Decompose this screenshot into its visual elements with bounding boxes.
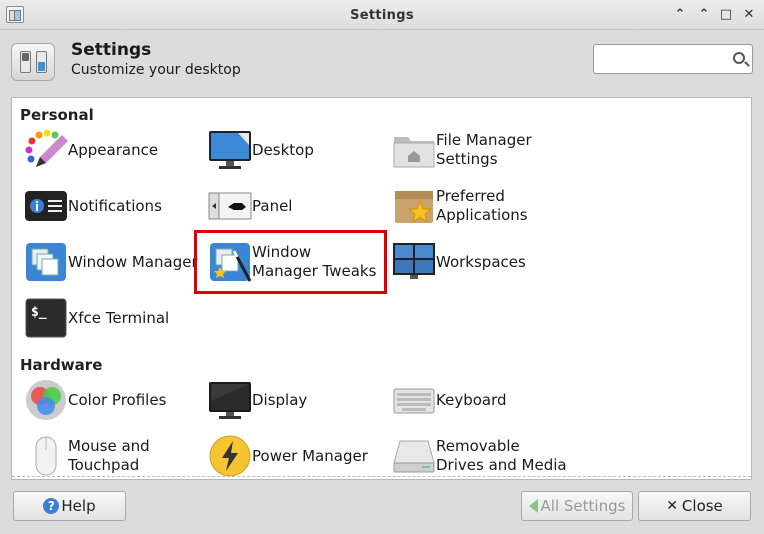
item-keyboard[interactable]: Keyboard [388,375,572,425]
item-label: File Manager Settings [436,131,532,168]
terminal-icon: $_ [25,298,67,338]
item-appearance[interactable]: Appearance [20,125,204,175]
close-button-label: Close [681,497,723,515]
shade-button[interactable]: ⌃ [670,5,690,25]
header-title: Settings [71,40,152,60]
item-display[interactable]: Display [204,375,388,425]
item-desktop[interactable]: Desktop [204,125,388,175]
item-label: Display [252,390,308,409]
panel-icon [208,192,252,220]
workspaces-icon [393,243,435,279]
search-field[interactable] [593,44,753,74]
section-title-hardware: Hardware [20,356,103,374]
window-manager-icon [26,243,66,281]
item-notifications[interactable]: Notifications [20,181,204,231]
item-label: Mouse and Touchpad [68,437,150,474]
item-label: Xfce Terminal [68,308,170,327]
search-icon[interactable] [733,52,745,64]
help-button[interactable]: ? Help [13,491,126,521]
maximize-button[interactable]: □ [716,5,736,25]
highlight-box [194,230,387,294]
header-subtitle: Customize your desktop [71,62,241,78]
item-label: Color Profiles [68,390,167,409]
back-arrow-icon [528,499,538,513]
item-power-manager[interactable]: Power Manager [204,431,388,479]
settings-manager-icon [11,43,55,81]
keyboard-icon [393,388,435,414]
item-window-manager[interactable]: Window Manager [20,237,204,287]
item-label: Keyboard [436,390,507,409]
file-manager-icon [393,137,435,168]
list-bottom-divider [12,476,751,477]
close-button[interactable]: ✕ Close [638,491,751,521]
item-label: Window Manager [68,252,198,271]
desktop-icon [209,131,251,169]
item-label: Preferred Applications [436,187,528,224]
item-panel[interactable]: Panel [204,181,388,231]
section-title-personal: Personal [20,106,94,124]
svg-text:$_: $_ [31,305,47,320]
display-icon [209,382,251,419]
help-icon: ? [43,498,60,514]
item-workspaces[interactable]: Workspaces [388,237,572,287]
preferred-applications-icon [395,191,433,224]
settings-header: Settings Customize your desktop [0,30,764,90]
color-profiles-icon [26,380,66,420]
close-icon: ✕ [666,498,678,514]
power-manager-icon [209,435,251,477]
minimize-button[interactable]: ⌃ [694,5,714,25]
mouse-icon [35,436,57,476]
search-input[interactable] [600,50,720,68]
window-title: Settings [350,8,414,23]
item-color-profiles[interactable]: Color Profiles [20,375,204,425]
title-bar: Settings ⌃ ⌃ □ ✕ [0,0,764,30]
appearance-icon [25,129,68,167]
item-preferred-applications[interactable]: Preferred Applications [388,181,572,231]
item-label: Power Manager [252,446,368,465]
item-label: Panel [252,196,293,215]
item-label: Notifications [68,196,162,215]
item-mouse-and-touchpad[interactable]: Mouse and Touchpad [20,431,204,479]
all-settings-button[interactable]: All Settings [521,491,633,521]
item-label: Desktop [252,140,314,159]
item-file-manager-settings[interactable]: File Manager Settings [388,125,572,175]
help-button-label: Help [61,497,96,515]
all-settings-button-label: All Settings [540,497,626,515]
item-removable-drives-and-media[interactable]: Removable Drives and Media [388,431,572,479]
item-xfce-terminal[interactable]: $_ Xfce Terminal [20,293,204,343]
removable-drives-icon [393,440,435,473]
item-label: Removable Drives and Media [436,437,567,474]
item-label: Appearance [68,140,159,159]
item-label: Workspaces [436,252,526,271]
close-window-button[interactable]: ✕ [739,5,759,25]
notifications-icon [25,191,67,221]
settings-list: Personal Appearance Desktop File Manager… [11,97,752,480]
